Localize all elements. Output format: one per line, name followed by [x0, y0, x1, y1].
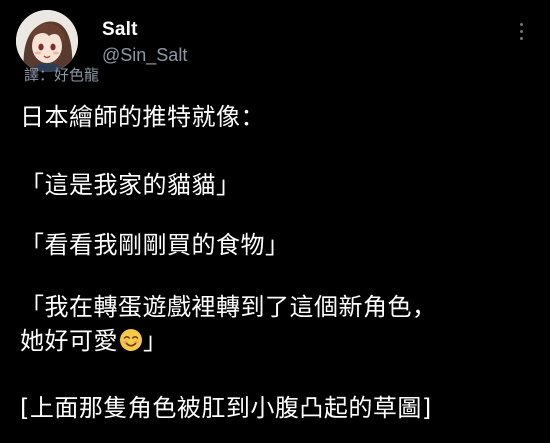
- user-handle[interactable]: @Sin_Salt: [102, 45, 187, 66]
- dot: [519, 22, 523, 26]
- smiling-face-icon: [119, 328, 143, 359]
- tweet: Salt @Sin_Salt 譯：好色龍 日本繪師的推特就像： 「這是我家的貓貓…: [0, 0, 550, 443]
- avatar[interactable]: [16, 10, 78, 72]
- tweet-line-5-end: 」: [143, 327, 168, 355]
- tweet-line-2: 「這是我家的貓貓」: [20, 171, 241, 199]
- dot: [519, 36, 523, 40]
- display-name[interactable]: Salt: [102, 19, 138, 41]
- tweet-line-6: [上面那隻角色被肛到小腹凸起的草圖]: [20, 394, 432, 422]
- tweet-line-1: 日本繪師的推特就像：: [20, 103, 265, 131]
- tweet-line-5-text: 她好可愛: [20, 327, 118, 355]
- more-dots-icon[interactable]: [510, 18, 532, 44]
- tweet-line-3: 「看看我剛剛買的食物」: [20, 231, 290, 259]
- tweet-line-4: 「我在轉蛋遊戲裡轉到了這個新角色，: [20, 293, 437, 321]
- translator-credit: 譯：好色龍: [24, 66, 100, 84]
- tweet-line-5: 她好可愛 」: [20, 326, 168, 359]
- dot: [519, 29, 523, 33]
